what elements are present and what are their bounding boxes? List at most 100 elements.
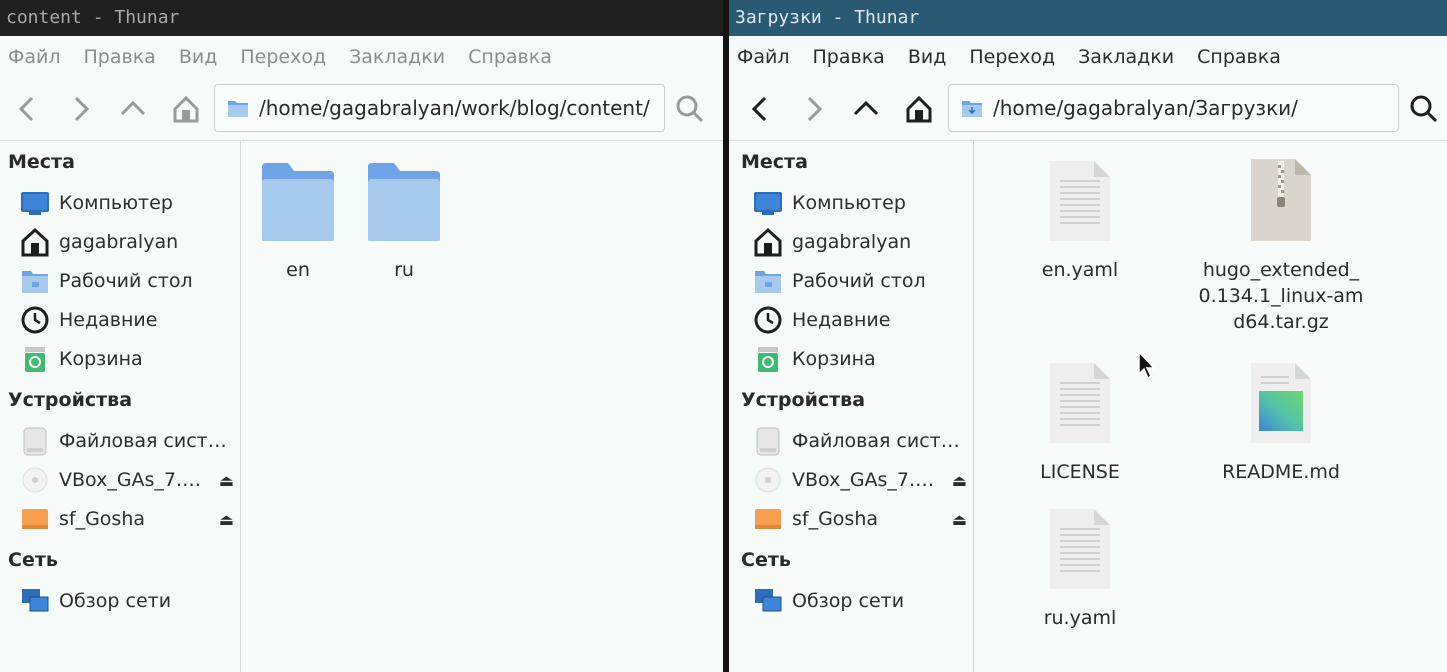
file-item[interactable]: en.yaml: [995, 153, 1165, 283]
devices-header: Устройства: [8, 389, 133, 411]
search-button[interactable]: [1404, 89, 1444, 129]
file-item[interactable]: ru: [319, 153, 489, 283]
window-title[interactable]: Загрузки - Thunar: [729, 0, 1447, 36]
sidebar-item-label: gagabralyan: [59, 231, 179, 253]
menu-bookmarks[interactable]: Закладки: [349, 46, 445, 68]
menu-file[interactable]: Файл: [8, 46, 61, 68]
shared-drive-icon: [20, 504, 50, 534]
up-arrow-icon: [853, 100, 879, 116]
home-button[interactable]: [899, 89, 939, 129]
computer-icon: [753, 188, 783, 218]
sidebar-item-trash[interactable]: Корзина: [20, 343, 234, 375]
sidebar-item-label: VBox_GAs_7.…: [792, 469, 935, 491]
forward-button[interactable]: [793, 89, 833, 129]
drive-icon: [20, 426, 50, 456]
back-button[interactable]: [741, 89, 781, 129]
computer-icon: [20, 188, 50, 218]
sidebar-item-home[interactable]: gagabralyan: [753, 226, 967, 258]
sidebar-item-desktop[interactable]: Рабочий стол: [753, 265, 967, 297]
sidebar-item-label: Файловая систе…: [59, 430, 234, 452]
thunar-window-content[interactable]: content - Thunar Файл Правка Вид Переход…: [0, 0, 723, 672]
clock-icon: [753, 305, 783, 335]
file-view[interactable]: en.yaml hugo_extended_0.134.1_linux-amd6…: [974, 141, 1447, 672]
sidebar-item-label: gagabralyan: [792, 231, 912, 253]
forward-arrow-icon: [807, 96, 823, 122]
location-bar[interactable]: /home/gagabralyan/work/blog/content/: [214, 84, 665, 132]
back-button[interactable]: [8, 89, 48, 129]
sidebar-item-recent[interactable]: Недавние: [20, 304, 234, 336]
menu-help[interactable]: Справка: [1197, 46, 1281, 68]
sidebar: Места Компьютер gagabralyan Рабочий стол…: [729, 141, 974, 672]
menu-go[interactable]: Переход: [240, 46, 326, 68]
desktop-folder-icon: [753, 266, 783, 296]
file-item[interactable]: README.md: [1196, 355, 1366, 485]
search-icon: [1410, 95, 1438, 123]
sidebar-item-label: VBox_GAs_7.…: [59, 469, 202, 491]
location-bar[interactable]: /home/gagabralyan/Загрузки/: [948, 84, 1399, 132]
menu-view[interactable]: Вид: [179, 46, 218, 68]
sidebar-item-network[interactable]: Обзор сети: [20, 585, 234, 617]
sidebar-item-label: Рабочий стол: [792, 270, 926, 292]
mouse-pointer-icon: [1138, 350, 1156, 380]
forward-button[interactable]: [60, 89, 100, 129]
sidebar-item-label: Недавние: [59, 309, 158, 331]
sidebar-item-computer[interactable]: Компьютер: [753, 187, 967, 219]
menu-go[interactable]: Переход: [969, 46, 1055, 68]
location-path[interactable]: /home/gagabralyan/Загрузки/: [993, 96, 1298, 120]
sidebar-item-filesystem[interactable]: Файловая сист…: [753, 425, 967, 457]
menu-help[interactable]: Справка: [468, 46, 552, 68]
sidebar-item-recent[interactable]: Недавние: [753, 304, 967, 336]
menu-edit[interactable]: Правка: [84, 46, 156, 68]
disc-icon: [753, 465, 783, 495]
sidebar-item-label: Корзина: [792, 348, 876, 370]
forward-arrow-icon: [74, 96, 90, 122]
menu-bookmarks[interactable]: Закладки: [1078, 46, 1174, 68]
folder-icon: [368, 163, 440, 241]
places-header: Места: [741, 151, 808, 173]
window-title[interactable]: content - Thunar: [0, 0, 723, 36]
sidebar-item-vbox[interactable]: VBox_GAs_7.… ⏏: [753, 464, 967, 496]
sidebar-item-network[interactable]: Обзор сети: [753, 585, 967, 617]
eject-icon[interactable]: ⏏: [947, 471, 967, 490]
sidebar-item-home[interactable]: gagabralyan: [20, 226, 234, 258]
file-name: ru.yaml: [1043, 607, 1117, 629]
eject-icon[interactable]: ⏏: [947, 510, 967, 529]
file-item[interactable]: ru.yaml: [995, 501, 1165, 631]
clock-icon: [20, 305, 50, 335]
folder-icon: [228, 101, 248, 117]
sidebar-item-sf-gosha[interactable]: sf_Gosha ⏏: [753, 503, 967, 535]
sidebar-item-label: Компьютер: [59, 192, 173, 214]
sidebar-item-label: Файловая сист…: [792, 430, 960, 452]
home-icon: [20, 227, 50, 257]
menu-file[interactable]: Файл: [737, 46, 790, 68]
menu-edit[interactable]: Правка: [813, 46, 885, 68]
back-arrow-icon: [18, 96, 34, 122]
archive-file-icon: [1251, 159, 1311, 241]
sidebar-item-computer[interactable]: Компьютер: [20, 187, 234, 219]
eject-icon[interactable]: ⏏: [214, 471, 234, 490]
devices-header: Устройства: [741, 389, 866, 411]
sidebar-item-desktop[interactable]: Рабочий стол: [20, 265, 234, 297]
location-path[interactable]: /home/gagabralyan/work/blog/content/: [259, 96, 650, 120]
up-button[interactable]: [846, 89, 886, 129]
file-view[interactable]: en ru: [241, 141, 723, 672]
menu-view[interactable]: Вид: [908, 46, 947, 68]
sidebar-item-filesystem[interactable]: Файловая систе…: [20, 425, 234, 457]
search-button[interactable]: [670, 89, 710, 129]
sidebar-item-vbox[interactable]: VBox_GAs_7.… ⏏: [20, 464, 234, 496]
home-icon: [906, 95, 932, 123]
up-button[interactable]: [113, 89, 153, 129]
sidebar-item-sf-gosha[interactable]: sf_Gosha ⏏: [20, 503, 234, 535]
toolbar: /home/gagabralyan/Загрузки/: [729, 78, 1447, 141]
home-button[interactable]: [166, 89, 206, 129]
sidebar-item-label: Недавние: [792, 309, 891, 331]
network-header: Сеть: [8, 549, 58, 571]
download-folder-icon: [962, 101, 982, 117]
text-file-icon: [1050, 363, 1110, 443]
sidebar-item-trash[interactable]: Корзина: [753, 343, 967, 375]
sidebar-item-label: sf_Gosha: [59, 508, 146, 530]
file-item[interactable]: hugo_extended_0.134.1_linux-amd64.tar.gz: [1196, 153, 1366, 335]
network-header: Сеть: [741, 549, 791, 571]
thunar-window-downloads[interactable]: Загрузки - Thunar Файл Правка Вид Перехо…: [729, 0, 1447, 672]
eject-icon[interactable]: ⏏: [214, 510, 234, 529]
